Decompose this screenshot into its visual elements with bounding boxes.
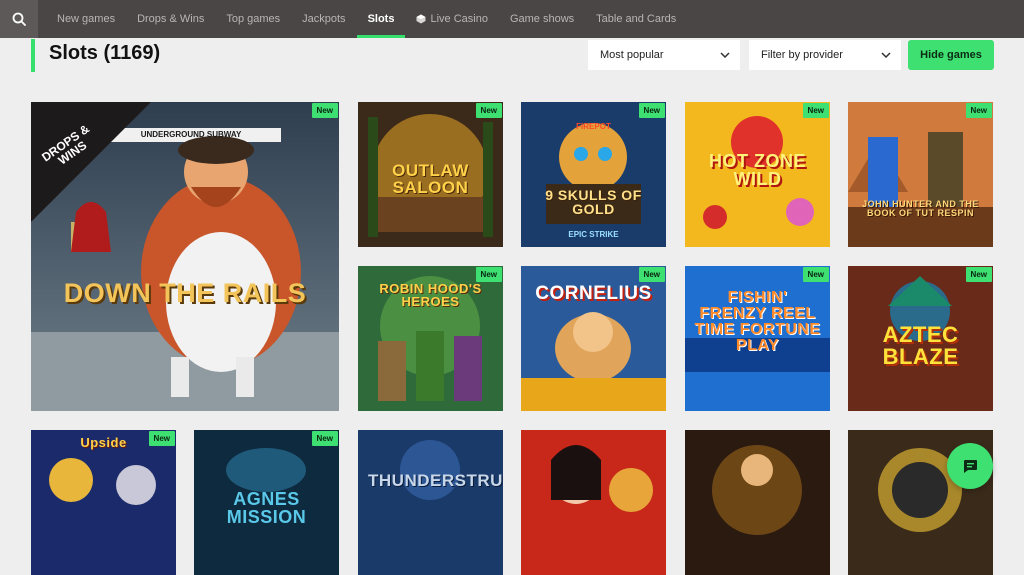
game-title: CORNELIUS: [535, 283, 652, 304]
game-tile-john-hunter-book-of-tut[interactable]: New JOHN HUNTER AND THE BOOK OF TUT RESP…: [848, 102, 993, 247]
page-title: Slots (1169): [49, 42, 161, 64]
chat-icon: [964, 460, 977, 473]
game-title: FISHIN' FRENZY REEL TIME FORTUNE PLAY: [694, 289, 821, 354]
live-casino-icon: [416, 14, 426, 24]
chevron-down-icon: [720, 52, 730, 58]
chevron-down-icon: [881, 52, 891, 58]
new-badge: New: [965, 267, 992, 282]
game-tile-hot-zone-wild[interactable]: New HOT ZONE WILD: [685, 102, 830, 247]
game-tile[interactable]: [685, 430, 830, 575]
game-tile-outlaw-saloon[interactable]: New OUTLAW SALOON: [358, 102, 503, 247]
game-artwork: [31, 430, 176, 575]
tab-label: New games: [57, 13, 116, 25]
game-title: THUNDERSTRUCK: [368, 471, 503, 490]
tab-new-games[interactable]: New games: [46, 0, 126, 38]
game-tile[interactable]: [521, 430, 666, 575]
provider-filter-dropdown[interactable]: Filter by provider: [749, 40, 901, 70]
new-badge: New: [475, 103, 502, 118]
search-icon: [12, 12, 26, 26]
epic-strike-label: EPIC STRIKE: [568, 230, 619, 239]
game-tile-robin-hoods-heroes[interactable]: New ROBIN HOOD'S HEROES: [358, 266, 503, 411]
tab-label: Jackpots: [302, 13, 346, 25]
new-badge: New: [802, 103, 829, 118]
firepot-label: FIREPOT: [576, 122, 611, 131]
new-badge: New: [311, 431, 338, 446]
game-artwork: [848, 102, 993, 247]
tab-label: Live Casino: [430, 13, 488, 25]
sort-dropdown[interactable]: Most popular: [588, 40, 740, 70]
tab-table-and-cards[interactable]: Table and Cards: [585, 0, 687, 38]
game-tile-aztec-blaze[interactable]: New AZTEC BLAZE: [848, 266, 993, 411]
tab-top-games[interactable]: Top games: [215, 0, 291, 38]
game-title: AZTEC BLAZE: [882, 322, 959, 369]
tab-label: Table and Cards: [596, 13, 677, 25]
tab-label: Top games: [226, 13, 281, 25]
new-badge: New: [638, 103, 665, 118]
game-tile-cornelius[interactable]: New CORNELIUS: [521, 266, 666, 411]
tab-game-shows[interactable]: Game shows: [499, 0, 585, 38]
game-artwork: [358, 430, 503, 575]
game-title: HOT ZONE WILD: [709, 151, 806, 189]
tab-label: Slots: [367, 13, 395, 25]
game-title: OUTLAW SALOON: [392, 161, 469, 197]
game-title: DOWN THE RAILS: [63, 278, 307, 308]
provider-selected-value: Filter by provider: [761, 49, 843, 61]
tab-jackpots[interactable]: Jackpots: [291, 0, 356, 38]
sort-selected-value: Most popular: [600, 49, 664, 61]
game-tile-9-skulls-of-gold[interactable]: New FIREPOT 9 SKULLS OF GOLD EPIC STRIKE: [521, 102, 666, 247]
tab-label: Drops & Wins: [137, 13, 205, 25]
new-badge: New: [965, 103, 992, 118]
game-tile-agnes-mission[interactable]: New AGNES MISSION: [194, 430, 339, 575]
game-title: ROBIN HOOD'S HEROES: [379, 281, 482, 309]
new-badge: New: [475, 267, 502, 282]
game-tile-down-the-rails[interactable]: DROPS & WINS UNDERGROUND SUBWAY New DOWN…: [31, 102, 339, 411]
nav-tabs: New games Drops & Wins Top games Jackpot…: [46, 0, 687, 38]
tab-label: Game shows: [509, 13, 575, 25]
title-accent-bar: [31, 39, 35, 72]
game-artwork: [685, 430, 830, 575]
new-badge: New: [802, 267, 829, 282]
tab-slots[interactable]: Slots: [356, 0, 406, 38]
tab-live-casino[interactable]: Live Casino: [405, 0, 498, 38]
game-title: 9 SKULLS OF GOLD: [545, 187, 642, 217]
game-title: JOHN HUNTER AND THE BOOK OF TUT RESPIN: [862, 199, 979, 218]
game-artwork: [521, 430, 666, 575]
game-title: AGNES MISSION: [226, 489, 307, 527]
subway-sign: UNDERGROUND SUBWAY: [140, 130, 242, 139]
hide-games-button[interactable]: Hide games: [908, 40, 994, 70]
game-tile-thunderstruck[interactable]: THUNDERSTRUCK: [358, 430, 503, 575]
chat-button[interactable]: [947, 443, 993, 489]
game-title: Upside: [80, 435, 127, 450]
tab-drops-wins[interactable]: Drops & Wins: [126, 0, 215, 38]
game-tile-fishin-frenzy-reel-time[interactable]: New FISHIN' FRENZY REEL TIME FORTUNE PLA…: [685, 266, 830, 411]
game-tile-upside[interactable]: New Upside: [31, 430, 176, 575]
new-badge: New: [638, 267, 665, 282]
new-badge: New: [311, 103, 338, 118]
top-navigation: New games Drops & Wins Top games Jackpot…: [0, 0, 1024, 38]
search-button[interactable]: [0, 0, 38, 38]
